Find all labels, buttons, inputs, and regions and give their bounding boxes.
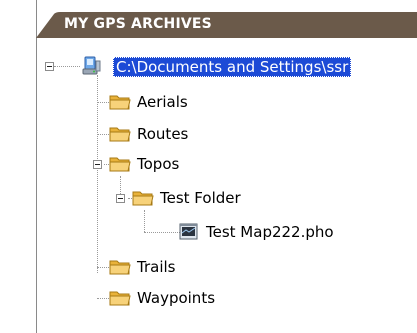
root-label-clip: C:\Documents and Settings\ssr bbox=[113, 57, 417, 77]
tree-item-label: Waypoints bbox=[137, 289, 216, 307]
tree-item-label: Topos bbox=[137, 155, 180, 173]
folder-open-icon bbox=[109, 157, 131, 172]
topos-collapse-toggle[interactable] bbox=[93, 160, 102, 169]
folder-icon bbox=[109, 260, 131, 275]
tree-line bbox=[54, 66, 80, 67]
tree-item-label: Aerials bbox=[137, 93, 188, 111]
tree-line bbox=[144, 232, 180, 233]
tree-item-trails[interactable]: Trails bbox=[109, 256, 175, 278]
folder-icon bbox=[109, 127, 131, 142]
tree-item-topos[interactable]: Topos bbox=[109, 153, 179, 175]
map-file-icon bbox=[179, 223, 198, 240]
tree-item-aerials[interactable]: Aerials bbox=[109, 91, 188, 113]
tree-root-node[interactable] bbox=[82, 55, 110, 77]
archive-tree[interactable]: C:\Documents and Settings\ssr Aerials Ro… bbox=[0, 0, 417, 333]
tree-item-label: Test Folder bbox=[160, 189, 241, 207]
tree-line bbox=[97, 75, 98, 273]
computer-drive-icon bbox=[82, 56, 101, 75]
test-folder-collapse-toggle[interactable] bbox=[116, 194, 125, 203]
tree-item-test-map[interactable]: Test Map222.pho bbox=[178, 221, 334, 243]
tree-item-routes[interactable]: Routes bbox=[109, 123, 188, 145]
root-label[interactable]: C:\Documents and Settings\ssr bbox=[113, 57, 352, 77]
folder-icon bbox=[109, 95, 131, 110]
folder-open-icon bbox=[132, 191, 154, 206]
folder-icon bbox=[109, 291, 131, 306]
tree-item-label: Test Map222.pho bbox=[206, 223, 334, 241]
root-collapse-toggle[interactable] bbox=[45, 62, 54, 71]
tree-item-label: Trails bbox=[137, 258, 176, 276]
tree-item-test-folder[interactable]: Test Folder bbox=[132, 187, 241, 209]
tree-item-label: Routes bbox=[137, 125, 189, 143]
tree-item-waypoints[interactable]: Waypoints bbox=[109, 287, 215, 309]
tree-line bbox=[144, 210, 145, 232]
